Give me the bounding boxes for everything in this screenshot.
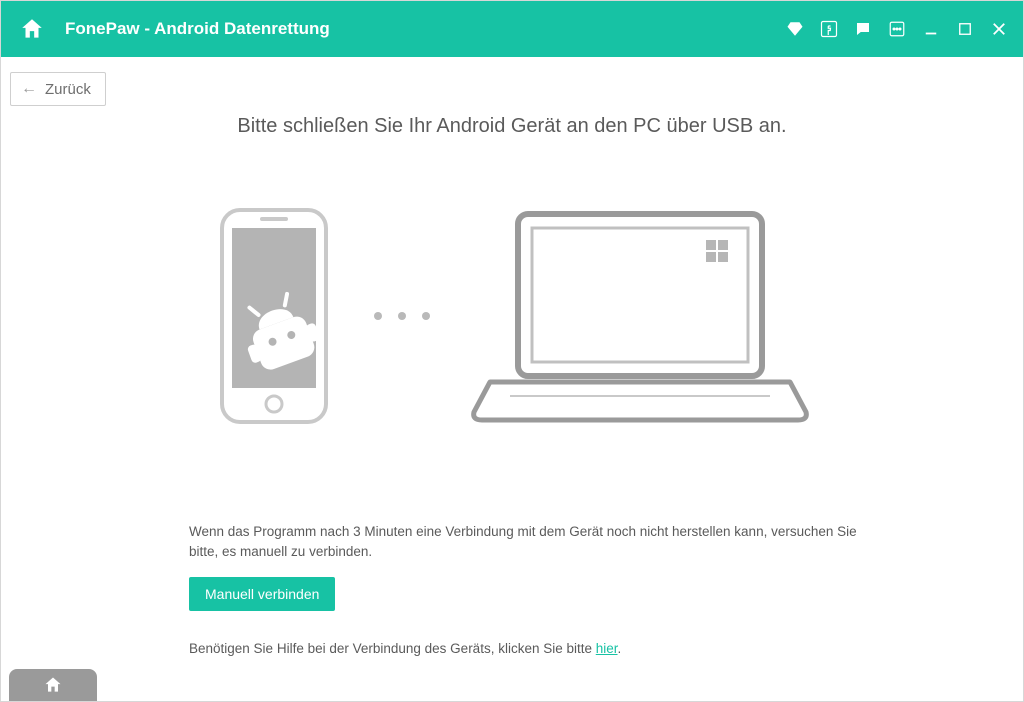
phone-illustration: [214, 206, 334, 426]
help-text-suffix: .: [618, 641, 622, 656]
diamond-icon[interactable]: [785, 19, 805, 39]
home-icon: [43, 675, 63, 695]
close-icon[interactable]: [989, 19, 1009, 39]
home-icon[interactable]: [19, 16, 45, 42]
help-line: Benötigen Sie Hilfe bei der Verbindung d…: [189, 639, 889, 659]
feedback-icon[interactable]: [853, 19, 873, 39]
laptop-illustration: [470, 206, 810, 426]
connection-dots-icon: [374, 312, 430, 320]
footer-home-tab[interactable]: [9, 669, 97, 701]
titlebar-right: [785, 19, 1009, 39]
connect-illustration: [1, 206, 1023, 426]
facebook-icon[interactable]: [819, 19, 839, 39]
page-title: Bitte schließen Sie Ihr Android Gerät an…: [1, 115, 1023, 138]
manual-connect-button[interactable]: Manuell verbinden: [189, 577, 335, 611]
app-window: FonePaw - Android Datenrettung: [0, 0, 1024, 702]
titlebar-left: FonePaw - Android Datenrettung: [19, 16, 330, 42]
info-block: Wenn das Programm nach 3 Minuten eine Ve…: [189, 522, 889, 659]
menu-icon[interactable]: [887, 19, 907, 39]
maximize-icon[interactable]: [955, 19, 975, 39]
minimize-icon[interactable]: [921, 19, 941, 39]
app-title: FonePaw - Android Datenrettung: [65, 19, 330, 39]
titlebar: FonePaw - Android Datenrettung: [1, 1, 1023, 57]
manual-connect-info: Wenn das Programm nach 3 Minuten eine Ve…: [189, 522, 889, 561]
help-link[interactable]: hier: [596, 641, 618, 656]
help-text-prefix: Benötigen Sie Hilfe bei der Verbindung d…: [189, 641, 596, 656]
content-area: Bitte schließen Sie Ihr Android Gerät an…: [1, 57, 1023, 669]
